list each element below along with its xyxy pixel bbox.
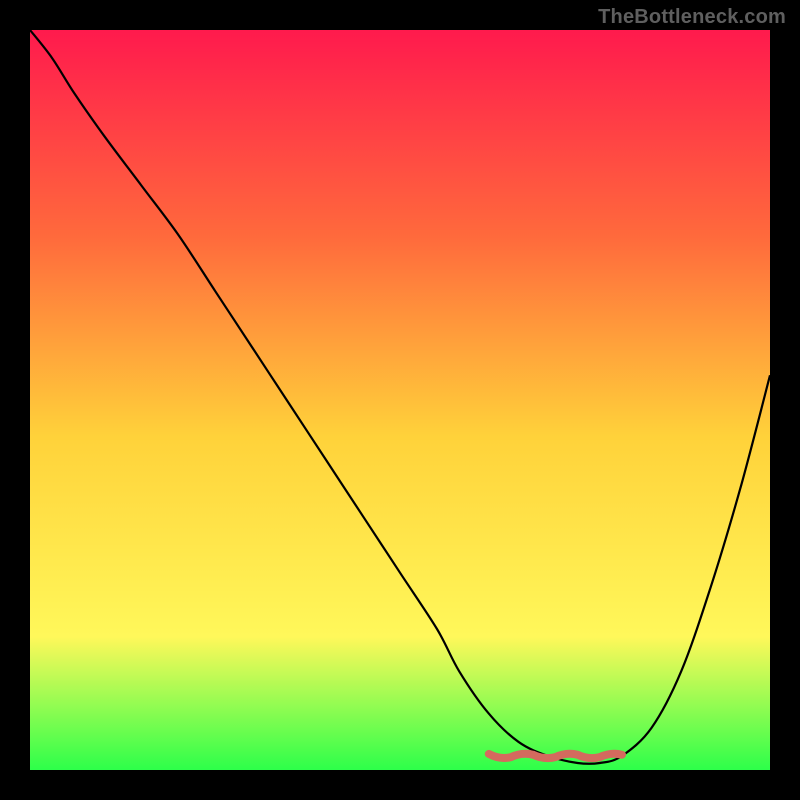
watermark-text: TheBottleneck.com xyxy=(598,6,786,29)
plot-area xyxy=(30,30,770,770)
flat-region-marker xyxy=(489,754,622,758)
chart-svg xyxy=(30,30,770,770)
chart-frame: TheBottleneck.com xyxy=(0,0,800,800)
gradient-background xyxy=(30,30,770,770)
